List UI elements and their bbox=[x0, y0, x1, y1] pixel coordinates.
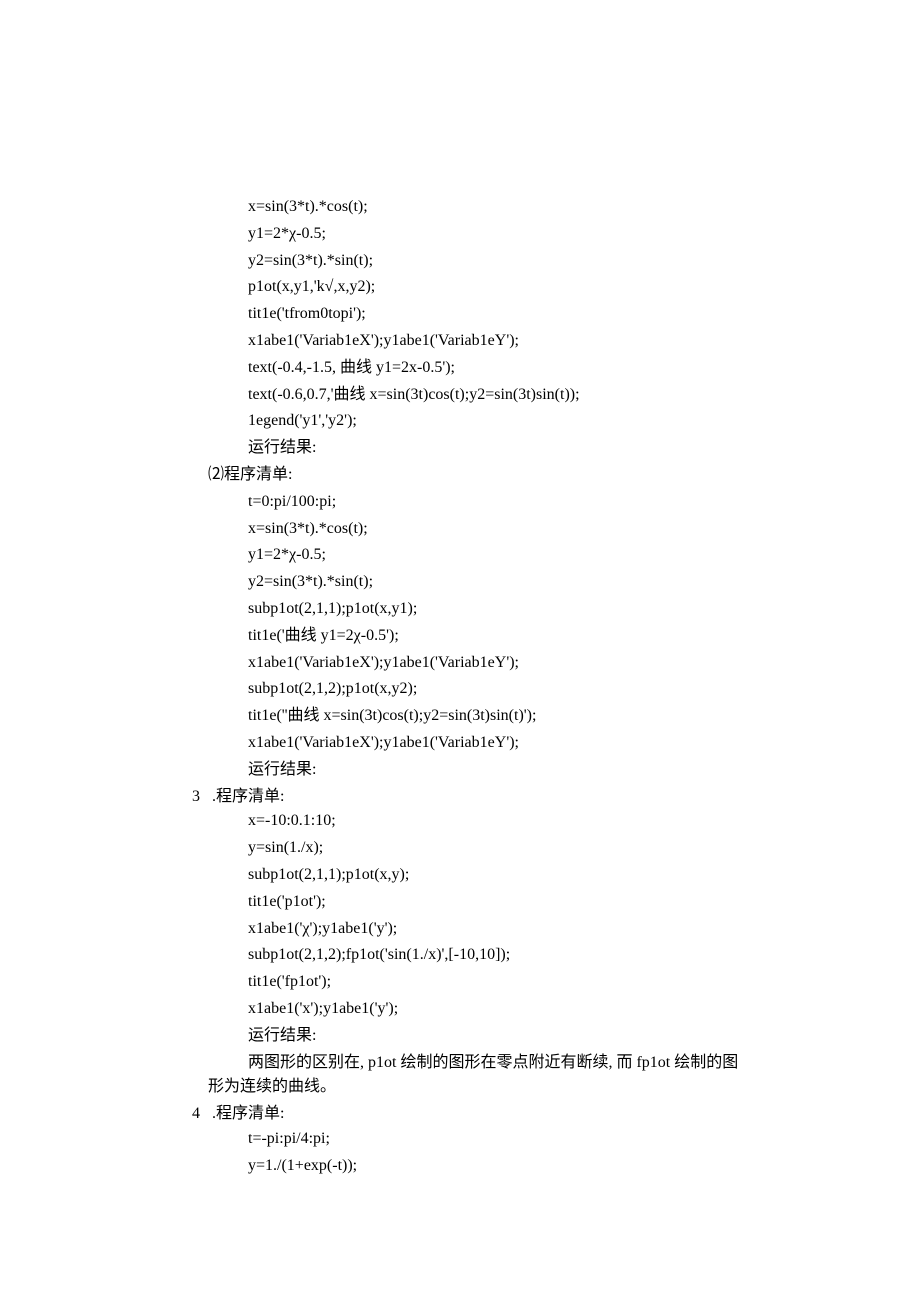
section-4-head-row: 4 .程序清单: bbox=[180, 1102, 750, 1127]
code-line: text(-0.4,-1.5, 曲线 y1=2x-0.5'); bbox=[180, 356, 750, 381]
section-head-text: .程序清单: bbox=[212, 1102, 284, 1127]
section-3-head-row: 3 .程序清单: bbox=[180, 785, 750, 810]
code-line: t=-pi:pi/4:pi; bbox=[180, 1127, 750, 1152]
code-line: t=0:pi/100:pi; bbox=[180, 490, 750, 515]
code-line: subp1ot(2,1,1);p1ot(x,y1); bbox=[180, 597, 750, 622]
code-line: subp1ot(2,1,1);p1ot(x,y); bbox=[180, 863, 750, 888]
section-number: 3 bbox=[192, 785, 200, 810]
code-line: y2=sin(3*t).*sin(t); bbox=[180, 249, 750, 274]
document-page: x=sin(3*t).*cos(t); y1=2*χ-0.5; y2=sin(3… bbox=[0, 0, 920, 1301]
code-line: subp1ot(2,1,2);p1ot(x,y2); bbox=[180, 677, 750, 702]
code-line: 1egend('y1','y2'); bbox=[180, 409, 750, 434]
explanation-paragraph: 两图形的区别在, p1ot 绘制的图形在零点附近有断续, 而 fp1ot 绘制的… bbox=[180, 1051, 750, 1101]
code-line: x1abe1('Variab1eX');y1abe1('Variab1eY'); bbox=[180, 329, 750, 354]
code-line: text(-0.6,0.7,'曲线 x=sin(3t)cos(t);y2=sin… bbox=[180, 383, 750, 408]
code-line: tit1e(''曲线 x=sin(3t)cos(t);y2=sin(3t)sin… bbox=[180, 704, 750, 729]
code-line: y2=sin(3*t).*sin(t); bbox=[180, 570, 750, 595]
code-line: tit1e('p1ot'); bbox=[180, 890, 750, 915]
code-line: x=sin(3*t).*cos(t); bbox=[180, 195, 750, 220]
code-line: p1ot(x,y1,'k√,x,y2); bbox=[180, 275, 750, 300]
code-line: x1abe1('x');y1abe1('y'); bbox=[180, 997, 750, 1022]
code-line: y1=2*χ-0.5; bbox=[180, 222, 750, 247]
code-line: x1abe1('Variab1eX');y1abe1('Variab1eY'); bbox=[180, 651, 750, 676]
code-line: tit1e('曲线 y1=2χ-0.5'); bbox=[180, 624, 750, 649]
code-line: x=-10:0.1:10; bbox=[180, 809, 750, 834]
code-line: y1=2*χ-0.5; bbox=[180, 543, 750, 568]
result-label: 运行结果: bbox=[180, 436, 750, 461]
code-line: subp1ot(2,1,2);fp1ot('sin(1./x)',[-10,10… bbox=[180, 943, 750, 968]
code-line: x=sin(3*t).*cos(t); bbox=[180, 517, 750, 542]
code-line: x1abe1('Variab1eX');y1abe1('Variab1eY'); bbox=[180, 731, 750, 756]
result-label: 运行结果: bbox=[180, 1024, 750, 1049]
code-line: y=1./(1+exp(-t)); bbox=[180, 1154, 750, 1179]
section-head-text: .程序清单: bbox=[212, 785, 284, 810]
code-line: y=sin(1./x); bbox=[180, 836, 750, 861]
code-line: x1abe1('χ');y1abe1('y'); bbox=[180, 917, 750, 942]
section-2-head: ⑵程序清单: bbox=[180, 463, 750, 488]
code-line: tit1e('tfrom0topi'); bbox=[180, 302, 750, 327]
code-line: tit1e('fp1ot'); bbox=[180, 970, 750, 995]
result-label: 运行结果: bbox=[180, 758, 750, 783]
section-number: 4 bbox=[192, 1102, 200, 1127]
